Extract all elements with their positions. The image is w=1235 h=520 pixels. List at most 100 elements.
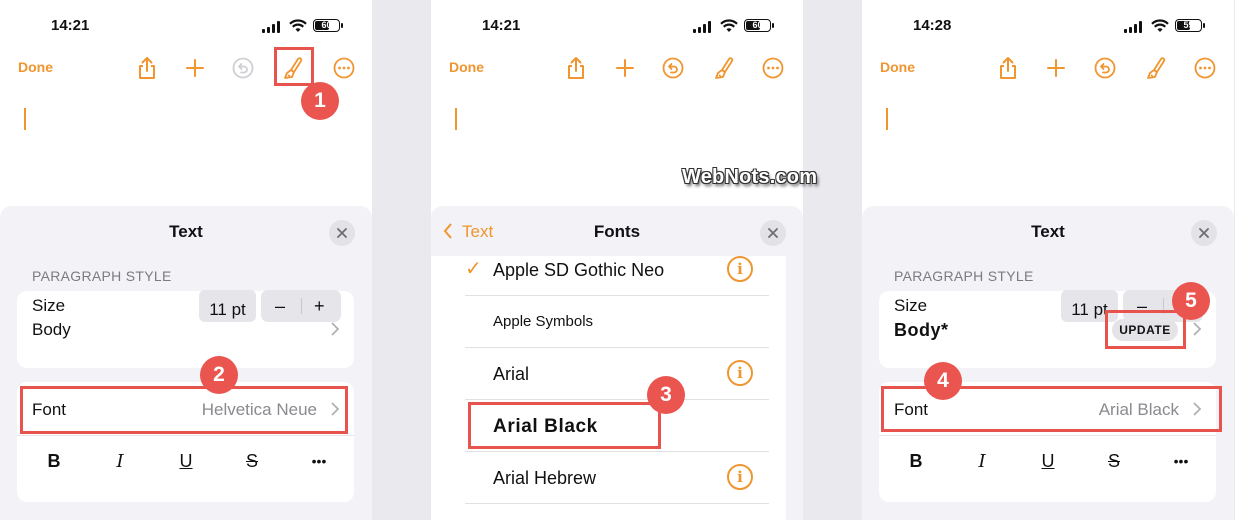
highlight-format-button [274, 47, 314, 86]
font-item-arial[interactable]: Arial i [465, 348, 769, 400]
done-button[interactable]: Done [449, 59, 484, 75]
fonts-list: ✓ Apple SD Gothic Neo i Apple Symbols Ar… [431, 256, 786, 520]
battery-icon: 59 [1175, 19, 1202, 32]
undo-icon[interactable] [661, 56, 685, 80]
font-name: Apple SD Gothic Neo [493, 260, 665, 280]
step-callout-1: 1 [301, 82, 339, 120]
share-icon[interactable] [135, 56, 159, 80]
stepper-divider [301, 298, 302, 314]
battery-tip [341, 23, 343, 28]
increase-size-button[interactable]: + [314, 296, 325, 317]
italic-button[interactable]: I [962, 438, 1002, 484]
cellular-signal-icon [1124, 21, 1146, 33]
battery-tip [772, 23, 774, 28]
size-field[interactable]: 11 pt [199, 290, 256, 322]
highlight-font-row [20, 386, 348, 434]
text-cursor [24, 108, 26, 130]
font-name: Arial Hebrew [493, 468, 597, 488]
size-label: Size [32, 296, 66, 315]
close-icon [768, 228, 778, 238]
checkmark-icon: ✓ [465, 258, 482, 280]
phone-screen-step-2: 14:21 60 Done Text Fonts ✓ Apple SD Goth… [431, 0, 803, 520]
section-label: PARAGRAPH STYLE [32, 268, 172, 284]
strikethrough-button[interactable]: S [1094, 438, 1134, 484]
wifi-icon [1151, 19, 1169, 32]
close-icon [337, 228, 347, 238]
bold-button[interactable]: B [896, 438, 936, 484]
phone-screen-step-3: 14:28 59 Done Text PARAGRAPH STYLE Body*… [862, 0, 1234, 520]
section-label: PARAGRAPH STYLE [894, 268, 1034, 284]
sheet-title: Text [1031, 222, 1065, 241]
more-options-icon[interactable] [761, 56, 785, 80]
italic-button[interactable]: I [100, 438, 140, 484]
bold-button[interactable]: B [34, 438, 74, 484]
info-icon[interactable]: i [727, 360, 753, 386]
more-options-icon[interactable] [332, 56, 356, 80]
status-time: 14:21 [482, 17, 521, 34]
size-label: Size [894, 296, 928, 315]
screenshot-collage: 14:21 60 Done Text PARAGRAPH STYLE Body [0, 0, 1235, 520]
share-icon[interactable] [996, 56, 1020, 80]
font-item-apple-sd-gothic-neo[interactable]: ✓ Apple SD Gothic Neo i [465, 244, 769, 296]
more-options-icon[interactable] [1193, 56, 1217, 80]
chevron-right-icon [331, 322, 340, 336]
font-item-apple-symbols[interactable]: Apple Symbols [465, 296, 769, 348]
battery-tip [1203, 23, 1205, 28]
undo-icon[interactable] [231, 56, 255, 80]
format-brush-icon[interactable] [712, 56, 736, 80]
battery-level: 59 [1183, 20, 1194, 30]
format-buttons: B I U S ••• [17, 438, 354, 484]
text-format-sheet: Text PARAGRAPH STYLE Body* UPDATE Font A… [862, 206, 1234, 520]
status-time: 14:28 [913, 17, 952, 34]
battery-icon: 60 [744, 19, 771, 32]
step-callout-2: 2 [200, 356, 238, 394]
decrease-size-button[interactable]: – [275, 296, 285, 317]
highlight-update-button [1105, 310, 1186, 349]
add-icon[interactable] [183, 56, 207, 80]
text-cursor [886, 108, 888, 130]
cellular-signal-icon [693, 21, 715, 33]
sheet-title: Text [169, 222, 203, 241]
text-format-sheet: Text PARAGRAPH STYLE Body Font Helvetica… [0, 206, 372, 520]
share-icon[interactable] [564, 56, 588, 80]
strikethrough-button[interactable]: S [232, 438, 272, 484]
close-icon [1199, 228, 1209, 238]
info-icon[interactable]: i [727, 256, 753, 282]
undo-icon[interactable] [1093, 56, 1117, 80]
font-name: Apple Symbols [493, 313, 594, 330]
text-cursor [455, 108, 457, 130]
fonts-sheet: Text Fonts ✓ Apple SD Gothic Neo i Apple… [431, 206, 803, 520]
more-format-button[interactable]: ••• [1161, 438, 1201, 484]
font-item-arial-hebrew[interactable]: Arial Hebrew i [465, 452, 769, 504]
done-button[interactable]: Done [18, 59, 53, 75]
underline-button[interactable]: U [166, 438, 206, 484]
battery-level: 60 [752, 20, 763, 30]
more-format-button[interactable]: ••• [299, 438, 339, 484]
add-icon[interactable] [1044, 56, 1068, 80]
close-button[interactable] [760, 220, 786, 246]
add-icon[interactable] [613, 56, 637, 80]
font-name: Arial [493, 364, 530, 384]
status-bar: 14:21 60 [431, 0, 803, 50]
wifi-icon [289, 19, 307, 32]
done-button[interactable]: Done [880, 59, 915, 75]
info-icon[interactable]: i [727, 464, 753, 490]
toolbar: Done [0, 50, 372, 86]
wifi-icon [720, 19, 738, 32]
close-button[interactable] [1191, 220, 1217, 246]
battery-level: 60 [321, 20, 332, 30]
underline-button[interactable]: U [1028, 438, 1068, 484]
paragraph-style-value: Body [32, 320, 71, 339]
chevron-right-icon [1193, 322, 1202, 336]
close-button[interactable] [329, 220, 355, 246]
size-stepper[interactable]: – + [261, 290, 341, 322]
format-buttons: B I U S ••• [879, 438, 1216, 484]
battery-icon: 60 [313, 19, 340, 32]
format-brush-icon[interactable] [1144, 56, 1168, 80]
status-bar: 14:21 60 [0, 0, 372, 50]
sheet-title: Fonts [593, 222, 641, 241]
highlight-arial-black [468, 402, 661, 449]
status-bar: 14:28 59 [862, 0, 1234, 50]
paragraph-style-value: Body* [894, 320, 949, 340]
watermark: WebNots.com [682, 166, 818, 188]
